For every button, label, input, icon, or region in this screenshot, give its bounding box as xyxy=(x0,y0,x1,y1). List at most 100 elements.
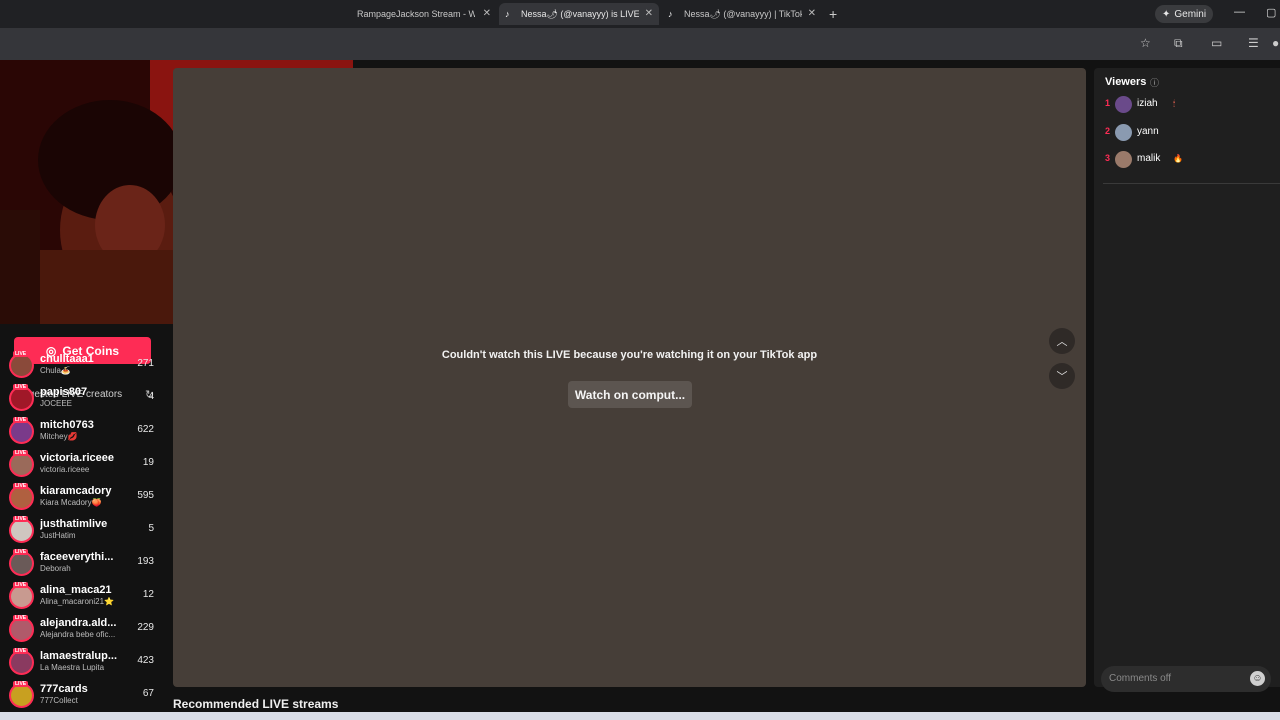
viewers-title: Viewers xyxy=(1105,76,1147,88)
close-icon[interactable]: ✕ xyxy=(483,8,491,19)
creator-name: justhatimlive xyxy=(40,518,108,530)
creator-item[interactable]: LIVE 777cards 777Collect 67 xyxy=(0,679,165,712)
creator-name: mitch0763 xyxy=(40,419,94,431)
sparkle-icon: ✦ xyxy=(1162,8,1171,20)
creator-item[interactable]: LIVE papis807 JOCEEE 4 xyxy=(0,382,165,415)
creator-name: chulltaaa1 xyxy=(40,353,94,365)
viewer-item[interactable]: 1 iziah 🕯 xyxy=(1094,94,1280,116)
tab-nessa-profile[interactable]: ♪ Nessa🌶 (@vanayyy) | TikTok ✕ xyxy=(662,3,822,25)
creator-nickname: Kiara Mcadory🍑 xyxy=(40,498,102,507)
creator-viewer-count: 271 xyxy=(137,358,154,369)
address-bar-row xyxy=(0,28,1280,60)
creator-item[interactable]: LIVE chulltaaa1 Chula🍝 271 xyxy=(0,349,165,382)
creator-viewer-count: 19 xyxy=(142,457,154,468)
viewer-name: malik xyxy=(1137,153,1161,164)
creator-item[interactable]: LIVE victoria.riceee victoria.riceee 19 xyxy=(0,448,165,481)
emoji-icon[interactable]: ☺ xyxy=(1250,671,1265,686)
tiktok-icon: ♪ xyxy=(668,9,673,19)
help-icon[interactable]: ⓘ xyxy=(1150,76,1159,89)
tab-nessa-live[interactable]: ♪ Nessa🌶 (@vanayyy) is LIVE - TikTok ✕ xyxy=(499,3,659,25)
bookmark-star-icon[interactable]: ☆ xyxy=(1140,36,1151,50)
creator-nickname: La Maestra Lupita xyxy=(40,663,105,672)
creator-viewer-count: 12 xyxy=(142,589,154,600)
live-badge: LIVE xyxy=(13,648,29,654)
creator-viewer-count: 5 xyxy=(148,523,154,534)
creator-item[interactable]: LIVE lamaestralup... La Maestra Lupita 423 xyxy=(0,646,165,679)
viewer-rank: 3 xyxy=(1105,153,1111,163)
creator-name: lamaestralup... xyxy=(40,650,118,662)
creator-nickname: Chula🍝 xyxy=(40,366,71,375)
viewer-avatar xyxy=(1115,96,1132,113)
minimize-button[interactable]: — xyxy=(1234,6,1245,18)
creator-name: papis807 xyxy=(40,386,88,398)
creator-name: 777cards xyxy=(40,683,88,695)
viewer-name: yann xyxy=(1137,125,1159,137)
browser-tab-bar: RampageJackson Stream - Watch ✕ ♪ Nessa🌶… xyxy=(0,0,1280,28)
creator-nickname: victoria.riceee xyxy=(40,465,90,474)
tiktok-icon: ♪ xyxy=(505,9,510,19)
maximize-button[interactable]: ▢ xyxy=(1266,6,1276,19)
creator-item[interactable]: LIVE justhatimlive JustHatim 5 xyxy=(0,514,165,547)
creator-viewer-count: 67 xyxy=(142,688,154,699)
viewer-name: iziah xyxy=(1137,98,1158,109)
previous-live-button[interactable]: ︿ xyxy=(1049,328,1075,354)
live-badge: LIVE xyxy=(13,549,29,555)
reading-list-icon[interactable]: ☰ xyxy=(1248,36,1259,50)
live-badge: LIVE xyxy=(13,384,29,390)
creator-nickname: JustHatim xyxy=(40,531,76,540)
extensions-icon[interactable]: ⧉ xyxy=(1174,36,1183,51)
creator-item[interactable]: LIVE kiaramcadory Kiara Mcadory🍑 595 xyxy=(0,481,165,514)
live-badge: LIVE xyxy=(13,681,29,687)
next-live-button[interactable]: ﹀ xyxy=(1049,363,1075,389)
creator-viewer-count: 4 xyxy=(148,391,154,402)
live-badge: LIVE xyxy=(13,516,29,522)
profile-avatar[interactable]: ● xyxy=(1272,36,1279,50)
creator-item[interactable]: LIVE alina_maca21 Alina_macaroni21⭐ 12 xyxy=(0,580,165,613)
creator-name: kiaramcadory xyxy=(40,485,112,497)
viewers-panel: Viewers ⓘ Comments off ☺ 1 iziah 🕯 2 yann 3 ma… xyxy=(1094,68,1280,692)
close-icon[interactable]: ✕ xyxy=(645,8,653,19)
live-badge: LIVE xyxy=(13,582,29,588)
viewer-item[interactable]: 3 malik 🔥 xyxy=(1094,149,1280,171)
live-badge: LIVE xyxy=(13,615,29,621)
viewer-avatar xyxy=(1115,123,1132,141)
live-badge: LIVE xyxy=(13,450,29,456)
viewer-badge: 🔥 xyxy=(1173,154,1183,163)
creator-nickname: Deborah xyxy=(40,564,71,573)
viewer-avatar xyxy=(1115,151,1132,168)
tab-title: RampageJackson Stream - Watch xyxy=(357,9,475,19)
creator-item[interactable]: LIVE mitch0763 Mitchey💋 622 xyxy=(0,415,165,448)
tab-title: Nessa🌶 (@vanayyy) | TikTok xyxy=(684,8,802,19)
divider xyxy=(1103,183,1280,184)
creator-viewer-count: 423 xyxy=(137,655,154,666)
live-player: Couldn't watch this LIVE because you're … xyxy=(173,68,1086,687)
creator-item[interactable]: LIVE alejandra.ald... Alejandra bebe ofic.… xyxy=(0,613,165,646)
watch-on-computer-button[interactable]: Watch on comput... xyxy=(568,381,692,408)
creator-nickname: Alejandra bebe ofic... xyxy=(40,630,116,639)
creator-nickname: Mitchey💋 xyxy=(40,432,78,441)
live-badge: LIVE xyxy=(13,417,29,423)
viewer-badge: 🕯 xyxy=(1173,99,1176,108)
creator-nickname: 777Collect xyxy=(40,696,78,705)
creator-item[interactable]: LIVE faceeverythi... Deborah 193 xyxy=(0,547,165,580)
creator-name: alina_maca21 xyxy=(40,584,112,596)
gemini-label: Gemini xyxy=(1174,8,1207,20)
chevron-up-icon: ︿ xyxy=(1056,336,1068,348)
creator-name: victoria.riceee xyxy=(40,452,114,464)
close-icon[interactable]: ✕ xyxy=(808,8,816,19)
viewer-item[interactable]: 2 yann xyxy=(1094,122,1280,144)
gemini-button[interactable]: ✦ Gemini xyxy=(1155,5,1214,23)
comments-input[interactable]: Comments off ☺ xyxy=(1101,666,1271,692)
live-badge: LIVE xyxy=(13,351,29,357)
tab-rampagejackson[interactable]: RampageJackson Stream - Watch ✕ xyxy=(351,3,497,25)
tiktok-live-page: ◎ Get Coins Suggested LIVE creators ↻ Co… xyxy=(0,60,1280,720)
creator-viewer-count: 229 xyxy=(137,622,154,633)
player-error-message: Couldn't watch this LIVE because you're … xyxy=(441,349,818,361)
creator-viewer-count: 193 xyxy=(137,556,154,567)
creator-viewer-count: 595 xyxy=(137,490,154,501)
comments-placeholder: Comments off xyxy=(1109,673,1172,684)
cast-icon[interactable]: ▭ xyxy=(1211,36,1222,50)
recommended-streams-title: Recommended LIVE streams xyxy=(173,697,339,711)
new-tab-button[interactable]: + xyxy=(829,6,837,22)
creator-name: alejandra.ald... xyxy=(40,617,117,629)
